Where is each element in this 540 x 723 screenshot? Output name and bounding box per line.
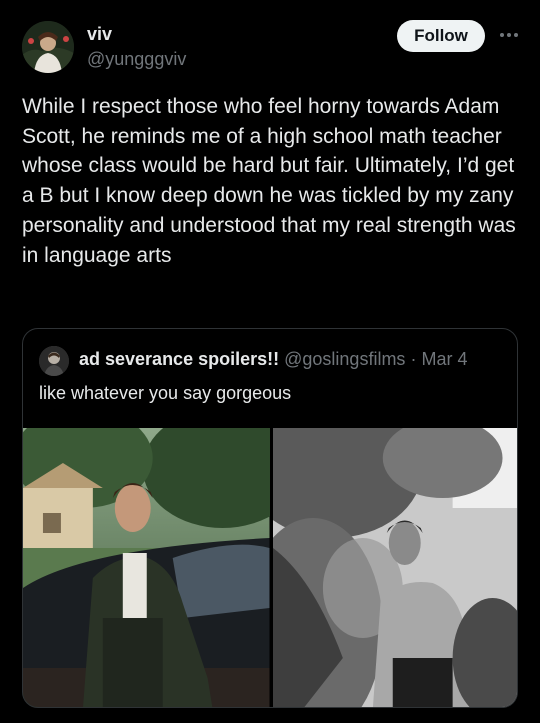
- tweet-text: While I respect those who feel horny tow…: [22, 95, 516, 267]
- quoted-author-handle[interactable]: @goslingsfilms: [284, 349, 405, 369]
- quoted-author-name[interactable]: ad severance spoilers!!: [79, 349, 279, 369]
- media-grid: [23, 428, 517, 707]
- author-handle[interactable]: @yungggviv: [87, 49, 186, 70]
- media-image-1[interactable]: [23, 428, 270, 707]
- media-image-2[interactable]: [272, 428, 517, 707]
- quoted-text: like whatever you say gorgeous: [39, 383, 292, 403]
- author-avatar[interactable]: [22, 21, 74, 73]
- author-name[interactable]: viv: [87, 24, 112, 45]
- quoted-header: ad severance spoilers!! @goslingsfilms ·…: [79, 349, 467, 370]
- follow-button[interactable]: Follow: [397, 20, 485, 52]
- quoted-date[interactable]: Mar 4: [421, 349, 467, 369]
- separator-dot: ·: [410, 349, 417, 369]
- more-options-icon[interactable]: [494, 22, 524, 48]
- quoted-tweet-card[interactable]: ad severance spoilers!! @goslingsfilms ·…: [22, 328, 518, 708]
- quoted-author-avatar[interactable]: [39, 346, 69, 376]
